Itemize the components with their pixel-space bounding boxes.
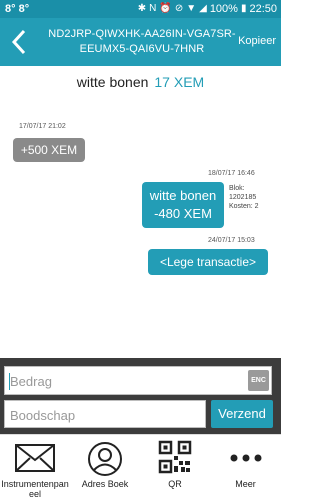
- nav-address-book[interactable]: Adres Boek: [70, 435, 140, 501]
- status-icons: ✱ N ⏰ ⊘ ▼ ◢ 100% ▮ 22:50: [138, 0, 277, 18]
- nav-label: Adres Boek: [81, 479, 129, 489]
- contact-name: witte bonen: [76, 74, 149, 90]
- contact-balance: 17 XEM: [154, 74, 205, 90]
- qr-icon: [158, 440, 192, 474]
- battery-percent: 100%: [209, 3, 238, 15]
- conversation-title: witte bonen 17 XEM: [0, 74, 281, 90]
- nav-qr[interactable]: QR: [140, 435, 210, 501]
- message-text: +500 XEM: [20, 143, 78, 157]
- fee-text: Kosten: 2: [229, 203, 259, 210]
- message-timestamp: 24/07/17 15:03: [208, 237, 255, 244]
- sent-message-bubble[interactable]: <Lege transactie>: [148, 249, 268, 275]
- mute-icon: ⊘: [174, 3, 184, 14]
- bluetooth-icon: ✱: [137, 3, 147, 14]
- nfc-icon: N: [149, 3, 157, 14]
- amount-placeholder: Bedrag: [10, 374, 52, 389]
- nav-label: Meer: [235, 479, 256, 489]
- back-button[interactable]: [6, 26, 36, 58]
- alarm-icon: ⏰: [159, 3, 172, 14]
- status-bar: 8° 8° ✱ N ⏰ ⊘ ▼ ◢ 100% ▮ 22:50: [0, 0, 281, 18]
- message-input[interactable]: Boodschap: [4, 400, 206, 428]
- person-icon: [88, 442, 122, 476]
- more-dots-icon: [230, 454, 262, 462]
- message-timestamp: 17/07/17 21:02: [19, 123, 66, 130]
- message-amount: -480 XEM: [154, 206, 212, 221]
- message-timestamp: 18/07/17 16:46: [208, 170, 255, 177]
- battery-icon: ▮: [240, 3, 247, 14]
- encrypt-toggle[interactable]: ENC: [248, 370, 269, 391]
- received-message-bubble[interactable]: +500 XEM: [13, 138, 85, 162]
- account-address: ND2JRP-QIWXHK-AA26IN-VGA7SR-EEUMX5-QAI6V…: [48, 28, 236, 55]
- transaction-meta: Blok: 1202185 Kosten: 2: [229, 184, 259, 211]
- nav-more[interactable]: Meer: [210, 435, 281, 501]
- signal-icon: ◢: [199, 3, 207, 14]
- message-placeholder: Boodschap: [10, 408, 76, 423]
- message-text: witte bonen: [149, 188, 217, 203]
- wifi-icon: ▼: [186, 3, 197, 14]
- status-temperature: 8° 8°: [5, 3, 30, 15]
- send-button[interactable]: Verzend: [211, 400, 273, 428]
- chevron-left-icon: [11, 29, 26, 55]
- message-text: <Lege transactie>: [159, 255, 257, 269]
- copy-button[interactable]: Kopieer: [238, 35, 276, 47]
- nav-label: Instrumentenpaneel: [1, 479, 69, 499]
- nav-dashboard[interactable]: Instrumentenpaneel: [0, 435, 70, 501]
- app-bar: ND2JRP-QIWXHK-AA26IN-VGA7SR-EEUMX5-QAI6V…: [0, 18, 281, 66]
- block-number: 1202185: [229, 194, 257, 201]
- nav-label: QR: [168, 479, 182, 489]
- bottom-navigation: Instrumentenpaneel Adres Boek QR Meer: [0, 434, 281, 501]
- envelope-icon: [15, 444, 55, 472]
- block-label: Blok:: [229, 185, 245, 192]
- status-time: 22:50: [249, 3, 277, 15]
- sent-message-bubble[interactable]: witte bonen -480 XEM: [142, 182, 224, 228]
- amount-input[interactable]: Bedrag ENC: [4, 366, 272, 395]
